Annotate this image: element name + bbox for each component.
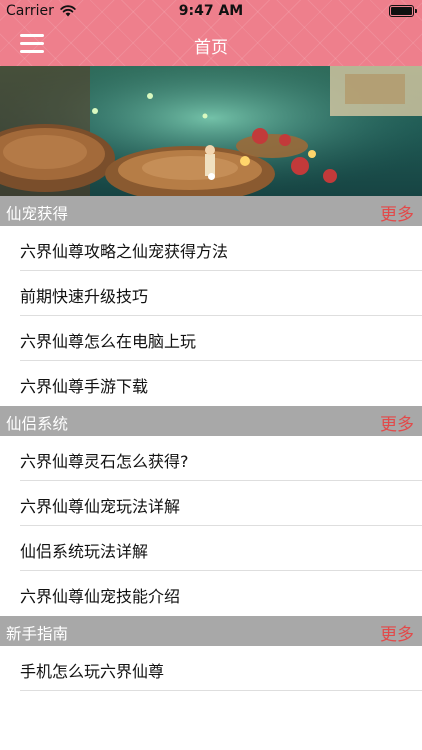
- status-bar: Carrier 9:47 AM: [0, 0, 422, 22]
- list-item[interactable]: 六界仙尊仙宠玩法详解: [0, 481, 422, 526]
- section-title: 新手指南: [6, 625, 69, 643]
- banner-carousel[interactable]: [0, 66, 422, 196]
- list-item-label: 六界仙尊仙宠技能介绍: [20, 587, 181, 606]
- list-item-label: 六界仙尊仙宠玩法详解: [20, 497, 181, 516]
- list-item[interactable]: 六界仙尊怎么在电脑上玩: [0, 316, 422, 361]
- list-item-label: 六界仙尊手游下载: [20, 377, 149, 396]
- section-header-guide: 新手指南 更多: [0, 616, 422, 646]
- battery-icon: [389, 5, 417, 17]
- section-title: 仙宠获得: [6, 205, 69, 223]
- clock: 9:47 AM: [178, 3, 244, 19]
- list-item-label: 前期快速升级技巧: [20, 287, 149, 306]
- list-item[interactable]: 仙侣系统玩法详解: [0, 526, 422, 571]
- list-item-label: 六界仙尊灵石怎么获得?: [20, 452, 189, 471]
- list-item[interactable]: 六界仙尊攻略之仙宠获得方法: [0, 226, 422, 271]
- list-item[interactable]: 六界仙尊仙宠技能介绍: [0, 571, 422, 616]
- more-link[interactable]: 更多: [380, 410, 414, 435]
- list-item-label: 六界仙尊攻略之仙宠获得方法: [20, 242, 229, 261]
- list-item-label: 六界仙尊怎么在电脑上玩: [20, 332, 197, 351]
- top-bar: Carrier 9:47 AM 首页: [0, 0, 422, 66]
- nav-bar: 首页: [0, 22, 422, 66]
- section-title: 仙侣系统: [6, 415, 69, 433]
- list-item[interactable]: 手机怎么玩六界仙尊: [0, 646, 422, 691]
- section-header-pet: 仙宠获得 更多: [0, 196, 422, 226]
- more-link[interactable]: 更多: [380, 620, 414, 645]
- list-item-label: 仙侣系统玩法详解: [20, 542, 149, 561]
- section-header-partner: 仙侣系统 更多: [0, 406, 422, 436]
- list-item[interactable]: 六界仙尊灵石怎么获得?: [0, 436, 422, 481]
- list-item-label: 手机怎么玩六界仙尊: [20, 662, 165, 681]
- more-link[interactable]: 更多: [380, 200, 414, 225]
- carousel-dot[interactable]: [207, 173, 215, 180]
- page-title: 首页: [194, 38, 228, 58]
- list-item[interactable]: 前期快速升级技巧: [0, 271, 422, 316]
- list-item[interactable]: 六界仙尊手游下载: [0, 361, 422, 406]
- carousel-dots: [0, 165, 422, 184]
